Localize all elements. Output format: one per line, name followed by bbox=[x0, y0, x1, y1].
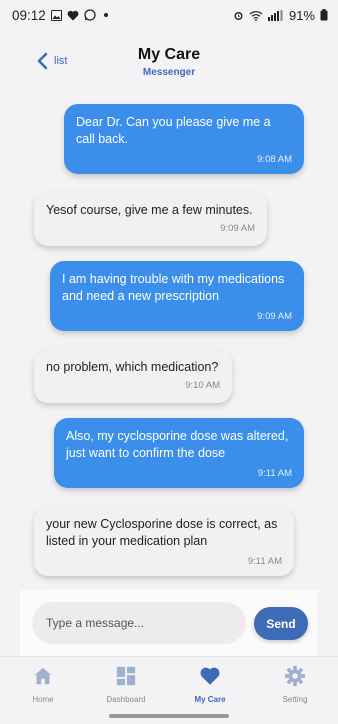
nav-label: Home bbox=[32, 695, 54, 704]
status-left: 09:12 bbox=[12, 8, 108, 23]
message-time: 9:09 AM bbox=[220, 223, 255, 234]
battery-icon bbox=[320, 9, 328, 21]
message-bubble-outgoing: Also, my cyclosporine dose was altered, … bbox=[54, 418, 304, 488]
message-text: Dear Dr. Can you please give me a call b… bbox=[76, 115, 271, 146]
battery-percent: 91% bbox=[288, 7, 315, 23]
status-bar: 09:12 91% bbox=[0, 0, 338, 30]
notification-dot bbox=[103, 13, 108, 17]
signal-icon bbox=[267, 9, 283, 21]
message-time: 9:09 AM bbox=[257, 311, 292, 322]
nav-label: Dashboard bbox=[106, 695, 146, 704]
alarm-icon bbox=[234, 11, 243, 20]
message-text: Also, my cyclosporine dose was altered, … bbox=[66, 429, 289, 460]
message-time: 9:08 AM bbox=[257, 154, 292, 165]
nav-item-dashboard[interactable]: Dashboard bbox=[86, 665, 166, 704]
message-bubble-incoming: your new Cyclosporine dose is correct, a… bbox=[34, 506, 294, 576]
message-time: 9:11 AM bbox=[247, 556, 282, 567]
page-title: My Care bbox=[137, 46, 201, 63]
nav-item-setting[interactable]: Setting bbox=[255, 665, 335, 704]
message-time: 9:10 AM bbox=[185, 380, 220, 391]
message-input[interactable] bbox=[32, 602, 246, 644]
message-text: no problem, which medication? bbox=[46, 360, 219, 374]
message-bubble-outgoing: I am having trouble with my medications … bbox=[50, 261, 304, 331]
nav-item-my-care[interactable]: My Care bbox=[170, 665, 250, 704]
nav-label: Setting bbox=[282, 695, 308, 704]
message-bubble-incoming: no problem, which medication? 9:10 AM bbox=[34, 349, 232, 403]
message-text: I am having trouble with my medications … bbox=[62, 272, 285, 303]
gear-icon bbox=[284, 665, 306, 687]
nav-label: My Care bbox=[194, 695, 226, 704]
page-subtitle: Messenger bbox=[142, 67, 196, 78]
message-text: Yesof course, give me a few minutes. bbox=[46, 203, 253, 217]
nav-item-home[interactable]: Home bbox=[3, 665, 83, 704]
message-time: 9:11 AM bbox=[257, 468, 292, 479]
heart-icon bbox=[200, 667, 220, 685]
send-button[interactable]: Send bbox=[254, 607, 308, 640]
message-bubble-incoming: Yesof course, give me a few minutes. 9:0… bbox=[34, 192, 267, 246]
status-time: 09:12 bbox=[12, 7, 46, 23]
home-indicator[interactable] bbox=[109, 714, 229, 718]
message-composer: Send bbox=[20, 590, 318, 656]
heart-status-icon bbox=[67, 10, 79, 20]
image-icon bbox=[50, 9, 62, 21]
message-text: your new Cyclosporine dose is correct, a… bbox=[46, 517, 278, 548]
message-bubble-outgoing: Dear Dr. Can you please give me a call b… bbox=[64, 104, 304, 174]
dashboard-icon bbox=[116, 666, 136, 686]
home-icon bbox=[34, 667, 52, 685]
wifi-icon bbox=[249, 10, 263, 21]
whatsapp-icon bbox=[84, 9, 96, 21]
status-right: 91% bbox=[233, 8, 328, 23]
header: list My Care Messenger bbox=[0, 40, 338, 88]
